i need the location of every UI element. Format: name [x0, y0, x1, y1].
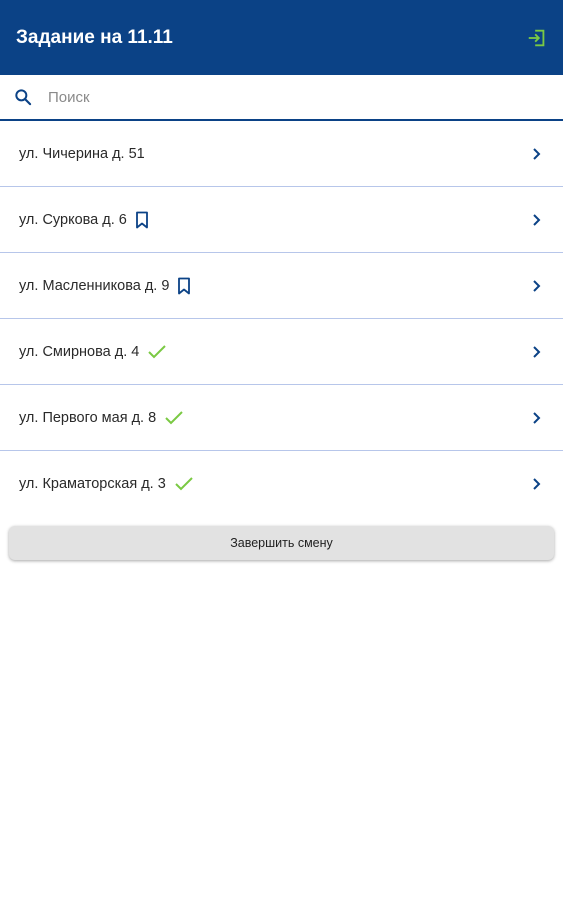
- list-item[interactable]: ул. Масленникова д. 9: [0, 253, 563, 319]
- page-title: Задание на 11.11: [16, 26, 173, 48]
- list-item[interactable]: ул. Краматорская д. 3: [0, 451, 563, 517]
- address-list: ул. Чичерина д. 51 ул. Суркова д. 6 ул. …: [0, 121, 563, 517]
- list-item[interactable]: ул. Суркова д. 6: [0, 187, 563, 253]
- chevron-right-icon: [531, 279, 543, 293]
- address-label: ул. Первого мая д. 8: [19, 409, 157, 426]
- chevron-right-icon: [531, 213, 543, 227]
- exit-button[interactable]: [525, 26, 549, 50]
- chevron-right-icon: [531, 345, 543, 359]
- chevron-right-icon: [531, 147, 543, 161]
- checkmark-icon: [174, 476, 194, 492]
- list-item[interactable]: ул. Смирнова д. 4: [0, 319, 563, 385]
- address-label: ул. Чичерина д. 51: [19, 145, 145, 162]
- checkmark-icon: [164, 410, 184, 426]
- bookmark-icon: [135, 211, 149, 229]
- search-bar: [0, 75, 563, 121]
- finish-shift-button[interactable]: Завершить смену: [9, 526, 554, 560]
- chevron-right-icon: [531, 477, 543, 491]
- exit-icon: [528, 29, 545, 46]
- checkmark-icon: [147, 344, 167, 360]
- search-input[interactable]: [46, 87, 530, 107]
- address-label: ул. Масленникова д. 9: [19, 277, 170, 294]
- address-label: ул. Краматорская д. 3: [19, 476, 166, 492]
- list-item[interactable]: ул. Первого мая д. 8: [0, 385, 563, 451]
- address-label: ул. Суркова д. 6: [19, 211, 127, 228]
- address-label: ул. Смирнова д. 4: [19, 343, 140, 360]
- search-icon[interactable]: [12, 86, 34, 108]
- footer: Завершить смену: [0, 517, 563, 560]
- bookmark-icon: [177, 277, 191, 295]
- app-bar: Задание на 11.11: [0, 0, 563, 75]
- chevron-right-icon: [531, 411, 543, 425]
- list-item[interactable]: ул. Чичерина д. 51: [0, 121, 563, 187]
